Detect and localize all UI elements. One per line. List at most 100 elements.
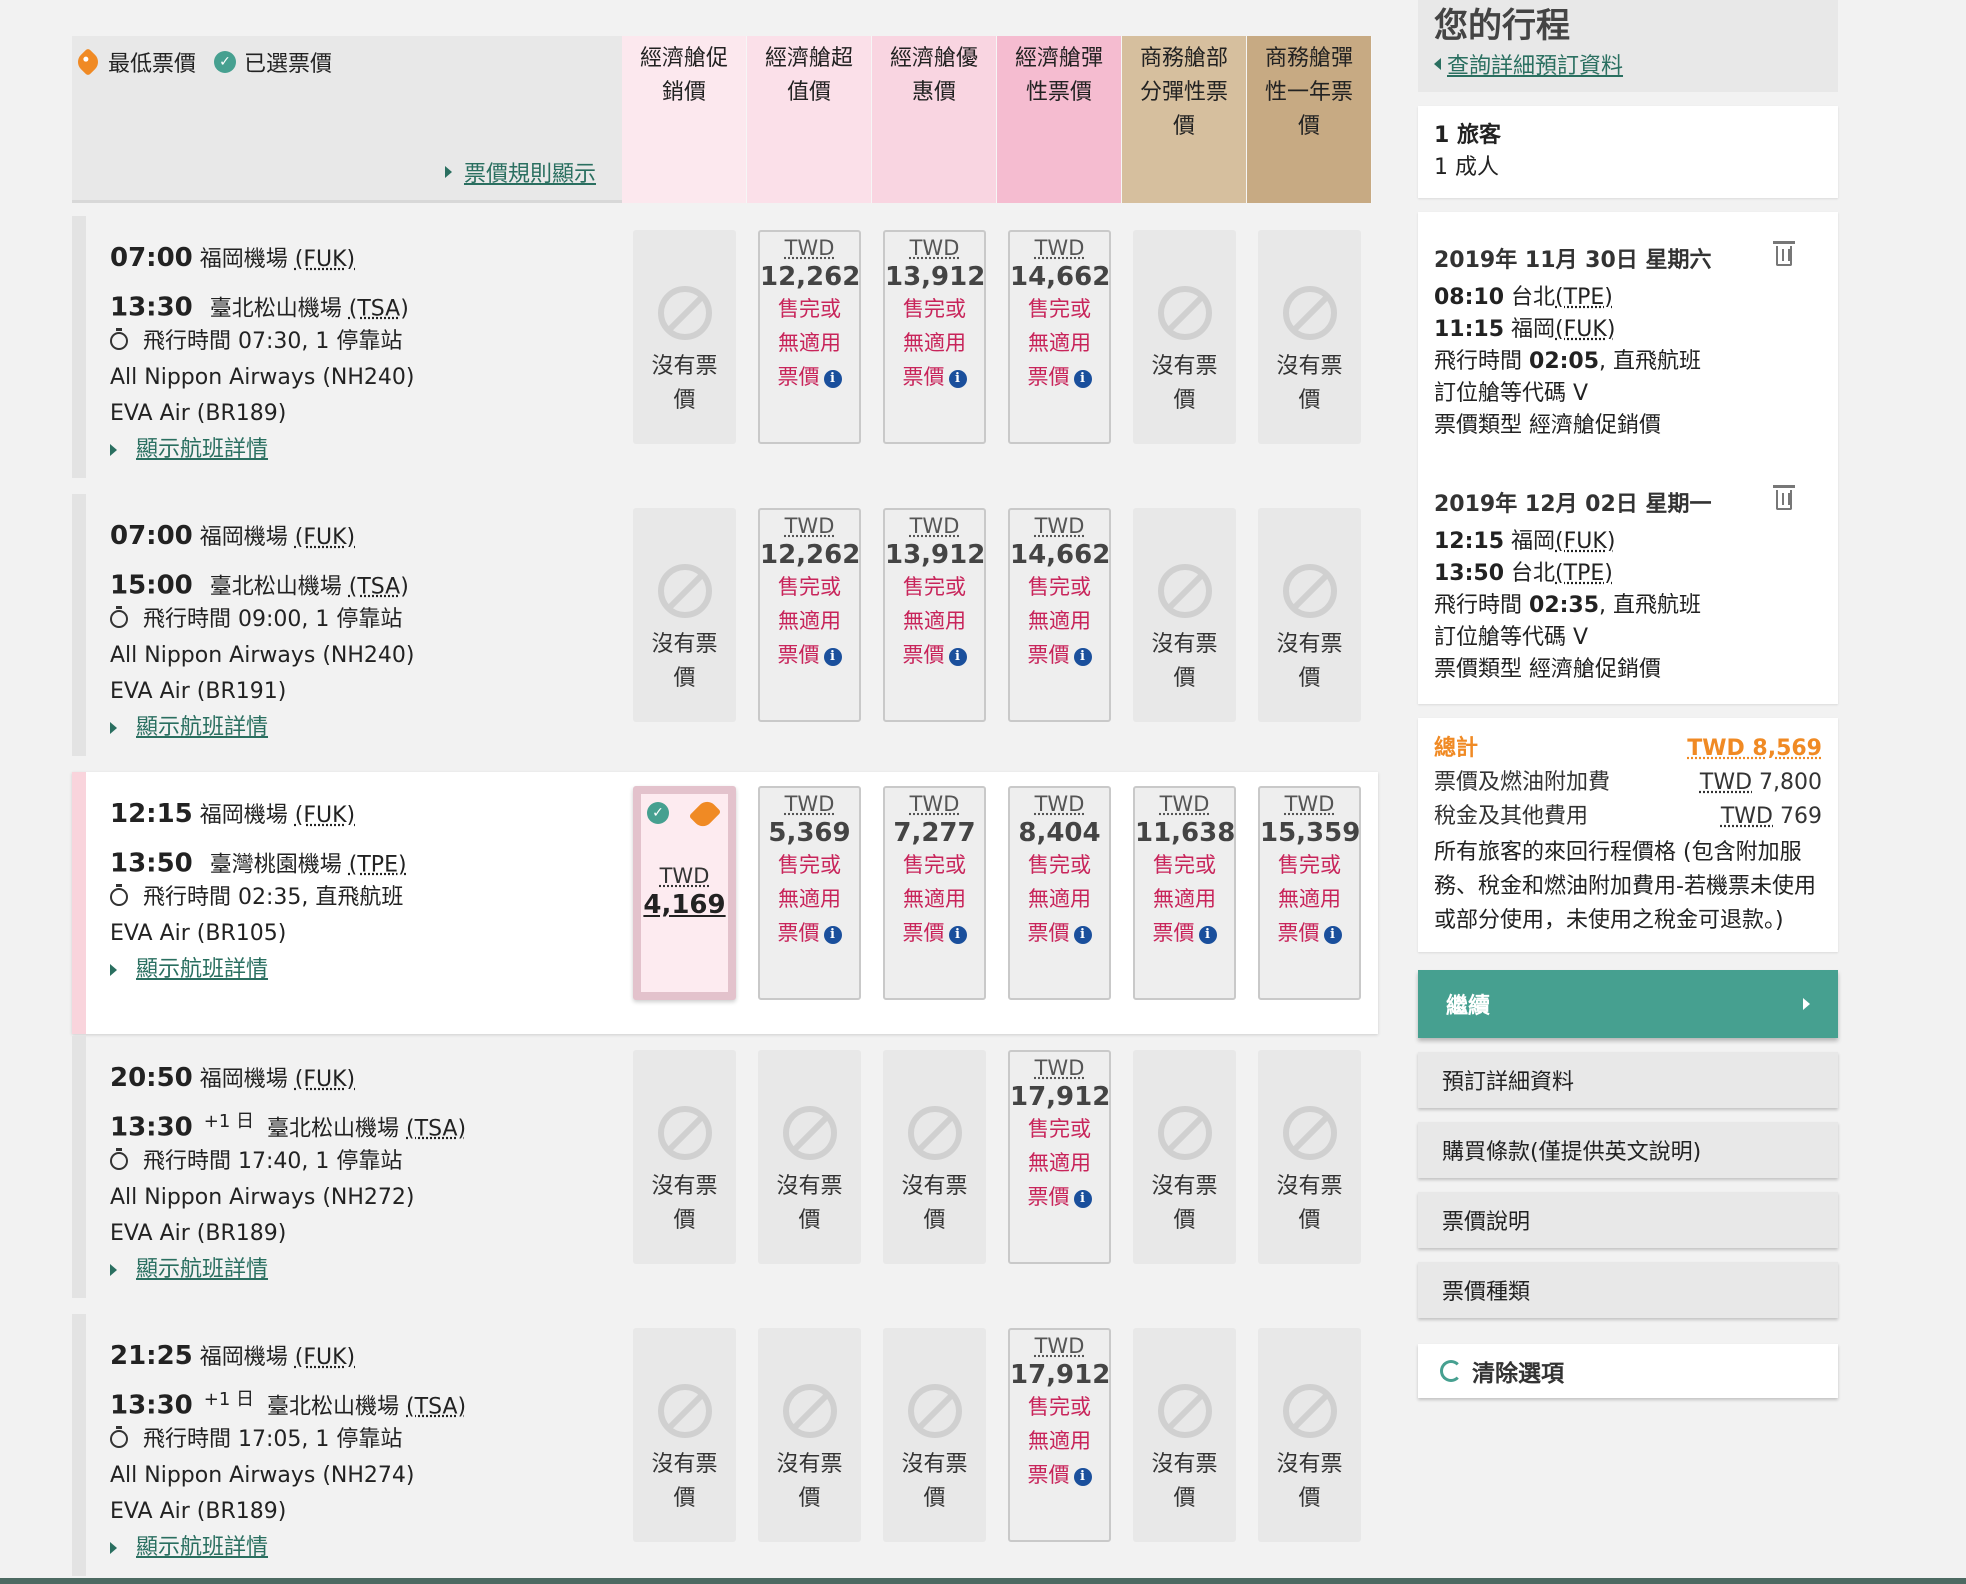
unavailable-icon [1157, 286, 1212, 340]
fare-cell[interactable]: TWD 13,912 售完或 無適用 票價 i [883, 230, 986, 444]
sold-out-line: 無適用 [1028, 1151, 1091, 1175]
panel-button[interactable]: 預訂詳細資料 [1418, 1052, 1838, 1108]
fare-amount: 14,662 [1010, 540, 1111, 570]
segment-arr-city: 台北 [1511, 561, 1556, 586]
arrival-time: 13:30 [110, 1112, 193, 1143]
unavailable-icon [782, 1106, 837, 1160]
fare-cell[interactable]: TWD 8,404 售完或 無適用 票價 i [1008, 786, 1111, 1000]
flight-details-link-label: 顯示航班詳情 [136, 1535, 269, 1560]
flight-details-link[interactable]: 顯示航班詳情 [110, 1530, 622, 1566]
fare-cell[interactable]: TWD 13,912 售完或 無適用 票價 i [883, 508, 986, 722]
panel-button[interactable]: 購買條款(僅提供英文說明) [1418, 1122, 1838, 1178]
fare-rules-link[interactable]: 票價規則顯示 [444, 156, 596, 188]
stops: 直飛航班 [315, 885, 404, 910]
fare-cells: 沒有票價 沒有票價 沒有票價 TWD 17,912 售完或 無適用 票價 i 沒有票… [622, 1036, 1372, 1298]
info-icon[interactable]: i [823, 370, 842, 388]
fare-cell-unavailable: 沒有票價 [1258, 230, 1361, 444]
duration: 飛行時間 07:30, 1 停靠站 [110, 324, 622, 360]
booking-details-link[interactable]: 查詢詳細預訂資料 [1434, 48, 1822, 80]
passenger-count: 1 旅客 [1434, 123, 1501, 148]
sold-out-line: 票價 i [1010, 360, 1109, 394]
duration: 飛行時間 02:35, 直飛航班 [110, 880, 622, 916]
info-icon[interactable]: i [948, 648, 967, 666]
no-fare-text: 沒有票價 [1151, 1452, 1218, 1511]
fare-currency: TWD [784, 236, 835, 260]
unavailable-icon [907, 1384, 962, 1438]
info-icon[interactable]: i [948, 370, 967, 388]
segment-dep-code: (FUK) [1555, 529, 1616, 554]
fare-cell-selected[interactable]: ✓ TWD 4,169 [633, 786, 736, 1000]
trash-icon[interactable] [1773, 241, 1795, 266]
info-icon[interactable]: i [1198, 926, 1217, 944]
flight-details-link-label: 顯示航班詳情 [136, 715, 269, 740]
flight-details-link[interactable]: 顯示航班詳情 [110, 952, 622, 988]
legend-cell: 最低票價 ✓ 已選票價 票價規則顯示 [72, 36, 622, 203]
info-icon[interactable]: i [1073, 648, 1092, 666]
info-icon[interactable]: i [823, 926, 842, 944]
fare-value: TWD 7,800 [1700, 766, 1822, 800]
fare-cell[interactable]: TWD 12,262 售完或 無適用 票價 i [758, 508, 861, 722]
flight-details-link[interactable]: 顯示航班詳情 [110, 1252, 622, 1288]
carrier: All Nippon Airways (NH272) [110, 1185, 415, 1210]
fare-cell[interactable]: TWD 14,662 售完或 無適用 票價 i [1008, 508, 1111, 722]
carrier: EVA Air (BR191) [110, 679, 287, 704]
sold-out-line: 票價 i [1010, 1458, 1109, 1492]
flight-details-link[interactable]: 顯示航班詳情 [110, 432, 622, 468]
unavailable-icon [1157, 1384, 1212, 1438]
info-icon[interactable]: i [1073, 926, 1092, 944]
fare-cell-unavailable: 沒有票價 [1258, 1050, 1361, 1264]
sold-out-line: 票價 i [1135, 916, 1234, 950]
segment-fare-type: 票價類型 經濟艙促銷價 [1434, 413, 1661, 438]
caret-right-icon [444, 166, 452, 178]
fare-currency: TWD [784, 514, 835, 538]
fare-cell[interactable]: TWD 12,262 售完或 無適用 票價 i [758, 230, 861, 444]
duration-value: 07:30 [238, 329, 302, 354]
fare-amount: 17,912 [1010, 1082, 1111, 1112]
sold-out-text: 票價 [902, 921, 945, 945]
segment-duration-value: 02:05 [1529, 349, 1600, 374]
panel-button[interactable]: 票價說明 [1418, 1192, 1838, 1248]
panel-button[interactable]: 票價種類 [1418, 1262, 1838, 1318]
info-icon[interactable]: i [1073, 370, 1092, 388]
fare-cell[interactable]: TWD 17,912 售完或 無適用 票價 i [1008, 1328, 1111, 1542]
departure: 07:00 福岡機場 (FUK) [110, 514, 622, 558]
segment-date: 2019年 12月 02日 星期一 [1434, 492, 1712, 517]
fare-cell[interactable]: TWD 11,638 售完或 無適用 票價 i [1133, 786, 1236, 1000]
unavailable-icon [657, 286, 712, 340]
duration-label: 飛行時間 [143, 1149, 232, 1174]
continue-button[interactable]: 繼續 [1418, 970, 1838, 1038]
fare-cell[interactable]: TWD 5,369 售完或 無適用 票價 i [758, 786, 861, 1000]
arrow-right-icon [1803, 998, 1810, 1010]
sold-out-line: 售完或 [903, 297, 966, 321]
fare-cell[interactable]: TWD 7,277 售完或 無適用 票價 i [883, 786, 986, 1000]
sold-out-line: 票價 i [1260, 916, 1359, 950]
fare-cell[interactable]: TWD 17,912 售完或 無適用 票價 i [1008, 1050, 1111, 1264]
info-icon[interactable]: i [948, 926, 967, 944]
info-icon[interactable]: i [1073, 1468, 1092, 1486]
sold-out-text: 票價 [1027, 365, 1070, 389]
sold-out-line: 售完或 [903, 575, 966, 599]
stopwatch-icon [110, 1148, 128, 1170]
arrival-time: 13:30 [110, 292, 193, 323]
info-icon[interactable]: i [823, 648, 842, 666]
refresh-icon [1440, 1360, 1462, 1382]
fare-cell-unavailable: 沒有票價 [1258, 508, 1361, 722]
sold-out-line: 售完或 [1028, 853, 1091, 877]
trash-icon[interactable] [1773, 485, 1795, 510]
fare-cell[interactable]: TWD 14,662 售完或 無適用 票價 i [1008, 230, 1111, 444]
info-icon[interactable]: i [1323, 926, 1342, 944]
flight-details-link[interactable]: 顯示航班詳情 [110, 710, 622, 746]
arrival-airport: 臺北松山機場 [209, 574, 342, 600]
no-fare-text: 沒有票價 [1276, 1452, 1343, 1511]
departure-airport: 福岡機場 [199, 803, 288, 828]
info-icon[interactable]: i [1073, 1190, 1092, 1208]
arrival-plus-day: +1 日 [203, 1389, 255, 1410]
clear-selection-button[interactable]: 清除選項 [1418, 1344, 1838, 1398]
total-label: 總計 [1434, 736, 1479, 761]
fare-cell[interactable]: TWD 15,359 售完或 無適用 票價 i [1258, 786, 1361, 1000]
flight-row: 21:25 福岡機場 (FUK) 13:30 +1 日 臺北松山機場 (TSA)… [72, 1314, 1378, 1576]
segment-arrival: 11:15 福岡(FUK) [1434, 314, 1822, 346]
departure: 12:15 福岡機場 (FUK) [110, 792, 622, 836]
legend: 最低票價 ✓ 已選票價 [73, 46, 332, 78]
arrival: 15:00 臺北松山機場 (TSA) [110, 558, 622, 602]
